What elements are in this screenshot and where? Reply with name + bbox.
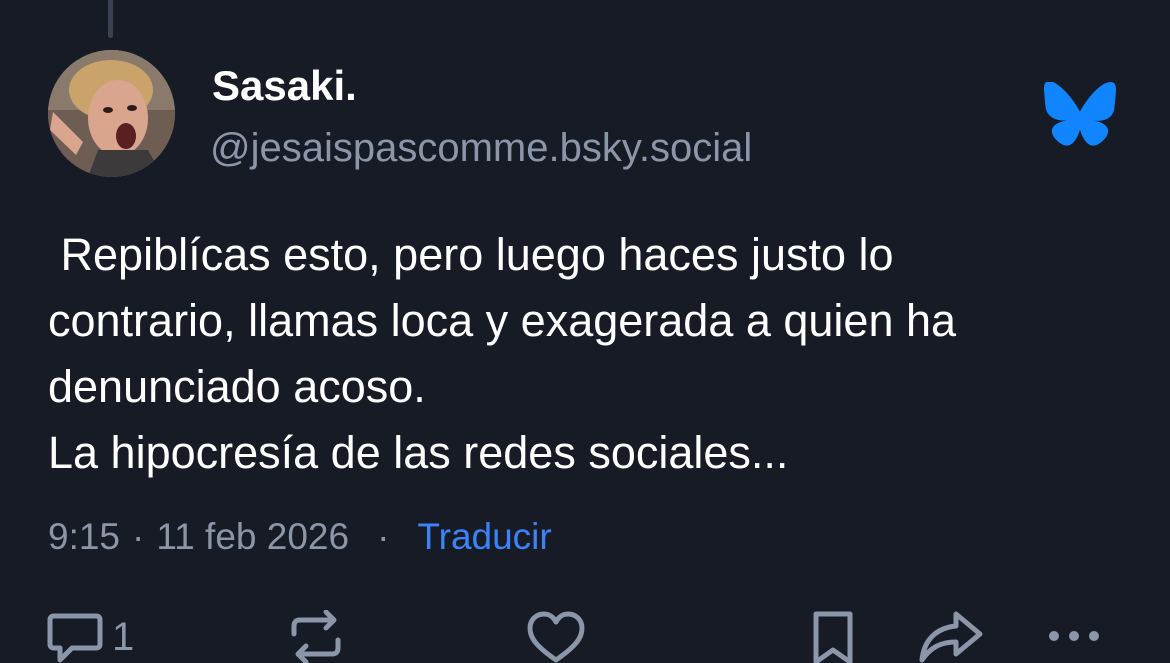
post-text: Repiblícas esto, pero luego haces justo … xyxy=(48,229,957,478)
speech-bubble-icon xyxy=(47,613,103,663)
like-button[interactable] xyxy=(526,610,586,663)
display-name[interactable]: Sasaki. xyxy=(212,62,357,110)
reply-count: 1 xyxy=(112,615,135,659)
meta-dot: · xyxy=(377,516,390,557)
bookmark-button[interactable] xyxy=(808,610,858,663)
reply-button[interactable]: 1 xyxy=(46,610,134,663)
author-handle[interactable]: @jesaispascomme.bsky.social xyxy=(210,126,752,171)
ellipsis-icon xyxy=(1049,631,1099,641)
avatar[interactable] xyxy=(48,50,175,177)
post-date: 11 feb 2026 xyxy=(156,516,350,557)
heart-icon xyxy=(527,611,585,663)
bookmark-icon xyxy=(813,611,853,663)
post-actions-bar: 1 xyxy=(0,600,1170,663)
avatar-image xyxy=(48,50,175,177)
meta-dot: · xyxy=(132,516,145,557)
post-meta: 9:15 · 11 feb 2026 · Traducir xyxy=(48,516,552,558)
repost-arrows-icon xyxy=(291,610,341,663)
translate-link[interactable]: Traducir xyxy=(417,516,551,558)
bluesky-butterfly-icon[interactable] xyxy=(1044,81,1116,146)
more-options-button[interactable] xyxy=(1044,610,1104,663)
repost-button[interactable] xyxy=(286,610,346,663)
post-time: 9:15 xyxy=(48,516,121,557)
share-button[interactable] xyxy=(918,610,984,663)
share-arrow-icon xyxy=(919,611,983,663)
thread-connector-line xyxy=(108,0,113,38)
